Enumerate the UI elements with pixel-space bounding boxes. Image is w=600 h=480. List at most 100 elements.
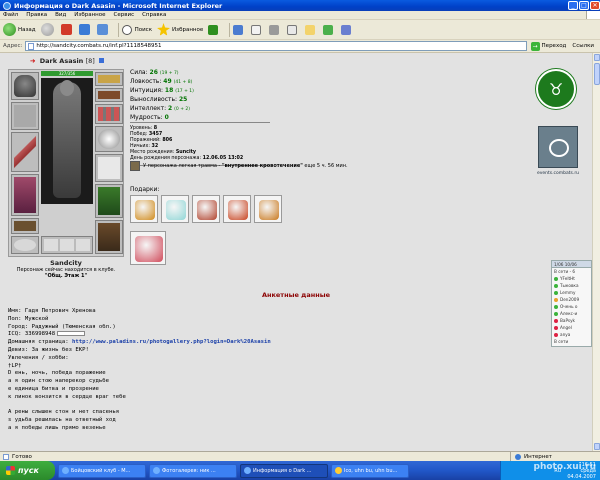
- widget-row-label: anya: [560, 332, 571, 337]
- menu-file[interactable]: Файл: [3, 12, 18, 18]
- poem-line: е единица битва и прозрение: [8, 385, 99, 392]
- widget-row[interactable]: Алекс-и: [552, 310, 591, 317]
- folder-button[interactable]: [305, 24, 318, 35]
- refresh-button[interactable]: [78, 24, 92, 35]
- private-arrow-icon[interactable]: ➔: [30, 57, 35, 65]
- gift-item[interactable]: [223, 195, 251, 223]
- window-title: Информация о Dark Asasin - Microsoft Int…: [14, 1, 223, 10]
- clock-date: 04.04.2007: [567, 473, 596, 480]
- helmet-slot[interactable]: [11, 72, 39, 100]
- search-button[interactable]: Поиск: [121, 24, 152, 35]
- taskbar-item[interactable]: Фотогалерея: ник ...: [149, 463, 237, 478]
- stat-label: Интеллект:: [130, 105, 167, 112]
- weapon-slot[interactable]: [11, 132, 39, 172]
- scroll-up-button[interactable]: [594, 54, 600, 61]
- gift-item[interactable]: [192, 195, 220, 223]
- favorites-button[interactable]: Избранное: [157, 23, 203, 36]
- taskbar-item-active[interactable]: Информация о Dark ...: [240, 463, 328, 478]
- boots-icon: [98, 223, 120, 251]
- menu-favorites[interactable]: Избранное: [74, 12, 105, 18]
- widget-row[interactable]: Очень о: [552, 303, 591, 310]
- gift-item[interactable]: [130, 231, 166, 265]
- widget-row-label: BaPsyk: [560, 318, 575, 323]
- widget-row[interactable]: В сети: [552, 338, 591, 345]
- armor-slot[interactable]: [11, 174, 39, 216]
- address-label: Адрес:: [3, 43, 23, 49]
- pants-slot[interactable]: [95, 184, 123, 218]
- scroll-down-button[interactable]: [594, 443, 600, 450]
- close-button[interactable]: ✕: [590, 1, 600, 10]
- forward-button[interactable]: [40, 23, 56, 36]
- menu-tools[interactable]: Сервис: [114, 12, 135, 18]
- widget-row[interactable]: YFeltHt: [552, 275, 591, 282]
- offline-dot-icon: [554, 325, 558, 330]
- start-button[interactable]: пуск: [0, 461, 55, 480]
- gifts-label: Подарки:: [130, 186, 160, 193]
- trauma-icon: [130, 161, 140, 171]
- address-input[interactable]: http://sandcity.combats.ru/inf.pl?111854…: [25, 41, 527, 51]
- stat-bonus: (41 + 8): [173, 80, 193, 85]
- mail-button[interactable]: [251, 24, 264, 35]
- belt-slot[interactable]: [11, 218, 39, 234]
- bracer-slot[interactable]: [11, 102, 39, 130]
- widget-row[interactable]: Тыковка: [552, 282, 591, 289]
- menu-view[interactable]: Вид: [55, 12, 66, 18]
- taskbar-item-label: Бойцовский клуб - M...: [71, 467, 131, 474]
- messenger-button[interactable]: [323, 24, 336, 35]
- widget-row-label: Angel: [560, 325, 572, 330]
- widget-row[interactable]: anya: [552, 331, 591, 338]
- clan-logo-icon[interactable]: ♉: [536, 69, 576, 109]
- rings-slot[interactable]: [41, 236, 93, 254]
- widget-header: 1/06 10/06: [552, 261, 591, 268]
- profile-line: Пол: Мужской: [8, 315, 49, 322]
- maximize-button[interactable]: □: [579, 1, 589, 10]
- media-button[interactable]: [208, 24, 221, 35]
- edit-button[interactable]: [287, 24, 300, 35]
- stop-button[interactable]: [60, 24, 74, 35]
- minimize-button[interactable]: _: [568, 1, 578, 10]
- gift-item[interactable]: [161, 195, 189, 223]
- widget-row[interactable]: Angel: [552, 324, 591, 331]
- earring-slot[interactable]: [95, 72, 123, 86]
- menu-help[interactable]: Справка: [142, 12, 166, 18]
- ring-slot-1[interactable]: [11, 236, 39, 254]
- address-url: http://sandcity.combats.ru/inf.pl?111854…: [36, 43, 162, 49]
- widget-row-label: Очень о: [560, 304, 578, 309]
- offhand-slot[interactable]: [95, 154, 123, 182]
- menu-edit[interactable]: Правка: [26, 12, 47, 18]
- taskbar-item[interactable]: Ico, uhn bu, uhn bu...: [331, 463, 409, 478]
- events-link[interactable]: events.combats.ru: [528, 171, 588, 176]
- shield-slot[interactable]: [95, 126, 123, 152]
- widget-row[interactable]: BaPsyk: [552, 317, 591, 324]
- widget-row[interactable]: В сети - 6: [552, 268, 591, 275]
- rings-icon: [44, 239, 90, 251]
- info-label: Поражений:: [130, 138, 161, 143]
- back-arrow-icon: [3, 23, 16, 36]
- homepage-link[interactable]: http://www.paladins.ru/photogallery.php?…: [72, 339, 271, 345]
- rings-grid-slot[interactable]: [95, 104, 123, 124]
- profile-line: Имя: Гадя Петрович Хренова: [8, 308, 96, 314]
- history-button[interactable]: [233, 24, 246, 35]
- back-button[interactable]: Назад: [3, 23, 36, 36]
- stat-row: Выносливость: 25: [130, 96, 280, 105]
- gift-item[interactable]: [254, 195, 282, 223]
- taskbar-item[interactable]: Бойцовский клуб - M...: [58, 463, 146, 478]
- online-dot-icon: [554, 304, 558, 309]
- scroll-thumb[interactable]: [594, 63, 600, 85]
- gift-item[interactable]: [130, 195, 158, 223]
- hp-bar: 327/356: [41, 71, 93, 76]
- links-button[interactable]: Ссылки: [572, 43, 594, 49]
- research-button[interactable]: [341, 24, 354, 35]
- home-button[interactable]: [96, 24, 110, 35]
- widget-row-label: Алекс-и: [560, 311, 578, 316]
- info-icon[interactable]: [99, 58, 105, 63]
- boots-slot[interactable]: [95, 220, 123, 254]
- amulet-slot[interactable]: [95, 88, 123, 102]
- vertical-scrollbar[interactable]: [592, 53, 600, 451]
- icq-line: ICQ: 336998948: [8, 331, 56, 338]
- profile-block: Имя: Гадя Петрович Хренова Пол: Мужской …: [8, 308, 428, 433]
- print-button[interactable]: [269, 24, 282, 35]
- stat-value: 49: [163, 78, 172, 85]
- events-logo-icon[interactable]: [538, 126, 578, 168]
- go-button[interactable]: → Переход: [530, 41, 566, 51]
